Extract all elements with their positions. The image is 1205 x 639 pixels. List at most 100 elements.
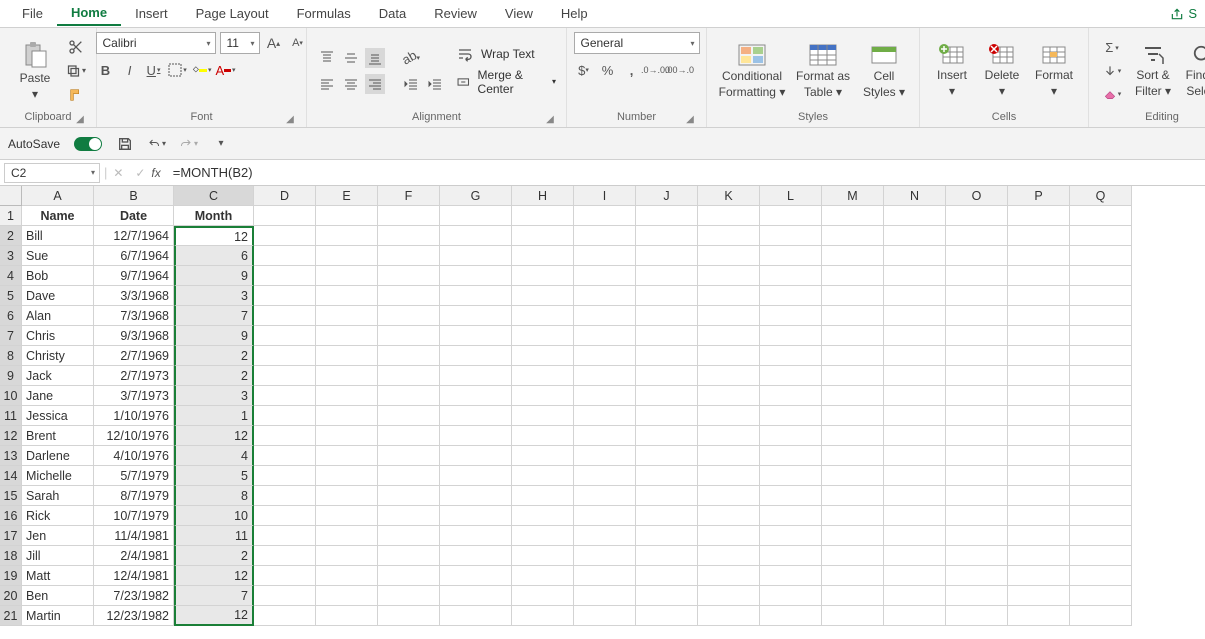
cell[interactable]: Bill	[22, 226, 94, 246]
cell[interactable]	[884, 466, 946, 486]
cell[interactable]	[1070, 366, 1132, 386]
font-size-select[interactable]: 11▾	[220, 32, 260, 54]
cell[interactable]: 9/7/1964	[94, 266, 174, 286]
cell[interactable]	[822, 346, 884, 366]
cell[interactable]	[254, 346, 316, 366]
align-bottom-button[interactable]	[365, 48, 385, 68]
cell[interactable]	[512, 606, 574, 626]
clear-button[interactable]: ▾	[1099, 84, 1125, 104]
cell[interactable]	[1008, 366, 1070, 386]
cell[interactable]	[440, 446, 512, 466]
cell[interactable]	[1070, 386, 1132, 406]
cell[interactable]	[760, 306, 822, 326]
cell[interactable]	[574, 266, 636, 286]
cell[interactable]	[698, 286, 760, 306]
column-header[interactable]: O	[946, 186, 1008, 206]
cell[interactable]: 11/4/1981	[94, 526, 174, 546]
cell[interactable]	[1008, 466, 1070, 486]
cell[interactable]	[698, 346, 760, 366]
number-format-select[interactable]: General▾	[574, 32, 700, 54]
cell[interactable]	[636, 366, 698, 386]
cell[interactable]	[440, 286, 512, 306]
cell[interactable]: 2	[174, 346, 254, 366]
cell[interactable]	[440, 406, 512, 426]
cell[interactable]	[760, 506, 822, 526]
cell[interactable]	[574, 246, 636, 266]
cell[interactable]	[440, 266, 512, 286]
cell[interactable]	[760, 546, 822, 566]
cell[interactable]: Rick	[22, 506, 94, 526]
cell[interactable]	[698, 326, 760, 346]
cell[interactable]	[822, 226, 884, 246]
name-box[interactable]: C2▾	[4, 163, 100, 183]
cell[interactable]	[512, 446, 574, 466]
cell[interactable]	[254, 266, 316, 286]
cell[interactable]	[378, 486, 440, 506]
cell[interactable]	[440, 466, 512, 486]
cell[interactable]	[254, 586, 316, 606]
paste-button[interactable]: Paste ▾	[10, 38, 60, 104]
fill-button[interactable]: ▾	[1099, 61, 1125, 81]
cell[interactable]: 12	[174, 566, 254, 586]
percent-button[interactable]: %	[598, 60, 618, 80]
cell[interactable]	[378, 286, 440, 306]
bold-button[interactable]: B	[96, 60, 116, 80]
cell[interactable]	[316, 346, 378, 366]
cell[interactable]	[254, 606, 316, 626]
cell[interactable]	[1008, 386, 1070, 406]
cell[interactable]	[574, 566, 636, 586]
cell[interactable]	[884, 386, 946, 406]
cell[interactable]	[822, 546, 884, 566]
cell[interactable]: Date	[94, 206, 174, 226]
cell[interactable]	[316, 206, 378, 226]
cell[interactable]	[636, 246, 698, 266]
cell[interactable]	[254, 546, 316, 566]
cell[interactable]	[1008, 486, 1070, 506]
cell[interactable]	[946, 526, 1008, 546]
cell[interactable]: 12/7/1964	[94, 226, 174, 246]
tab-file[interactable]: File	[8, 2, 57, 25]
cell[interactable]	[946, 386, 1008, 406]
cell[interactable]	[378, 246, 440, 266]
cell[interactable]: Dave	[22, 286, 94, 306]
undo-button[interactable]: ▾	[148, 135, 166, 153]
cell[interactable]	[946, 286, 1008, 306]
merge-center-button[interactable]: Merge & Center ▾	[457, 68, 556, 96]
cell[interactable]	[1008, 206, 1070, 226]
cell[interactable]	[512, 366, 574, 386]
cell[interactable]	[574, 546, 636, 566]
row-header[interactable]: 21	[0, 606, 22, 626]
cell[interactable]	[440, 586, 512, 606]
cell[interactable]	[316, 566, 378, 586]
cell[interactable]	[636, 406, 698, 426]
cell[interactable]	[884, 426, 946, 446]
cell[interactable]	[1008, 566, 1070, 586]
copy-button[interactable]: ▾	[66, 61, 86, 81]
cell[interactable]: Jessica	[22, 406, 94, 426]
cell[interactable]	[760, 446, 822, 466]
cell[interactable]	[316, 486, 378, 506]
cell[interactable]	[884, 326, 946, 346]
cell[interactable]: 5/7/1979	[94, 466, 174, 486]
cell[interactable]	[1070, 406, 1132, 426]
cell[interactable]	[440, 246, 512, 266]
cell[interactable]	[636, 506, 698, 526]
row-header[interactable]: 13	[0, 446, 22, 466]
alignment-launcher[interactable]: ◢	[544, 113, 556, 125]
cell[interactable]	[440, 486, 512, 506]
tab-data[interactable]: Data	[365, 2, 420, 25]
share-button[interactable]: S	[1170, 6, 1197, 21]
increase-font-button[interactable]: A▴	[264, 33, 284, 53]
cell[interactable]: 12/4/1981	[94, 566, 174, 586]
cell[interactable]	[378, 606, 440, 626]
cell[interactable]: 7/3/1968	[94, 306, 174, 326]
cell[interactable]	[698, 226, 760, 246]
column-header[interactable]: I	[574, 186, 636, 206]
autosum-button[interactable]: Σ▾	[1099, 38, 1125, 58]
cell[interactable]	[1070, 506, 1132, 526]
cell[interactable]	[822, 506, 884, 526]
cell[interactable]	[884, 566, 946, 586]
insert-cells-button[interactable]: Insert▾	[930, 38, 974, 104]
column-header[interactable]: P	[1008, 186, 1070, 206]
cell[interactable]	[254, 566, 316, 586]
